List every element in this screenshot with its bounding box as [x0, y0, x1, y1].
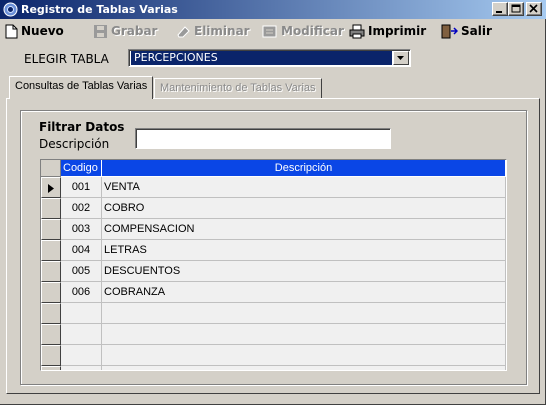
save-button[interactable]: Grabar — [93, 22, 157, 40]
print-button[interactable]: Imprimir — [349, 22, 426, 40]
row-indicator[interactable] — [41, 219, 61, 240]
exit-door-icon — [441, 24, 458, 38]
exit-button[interactable]: Salir — [441, 22, 492, 40]
floppy-disk-icon — [94, 24, 107, 38]
cell-descripcion[interactable] — [102, 303, 506, 324]
save-button-label: Grabar — [111, 24, 158, 38]
tab-mantenimiento[interactable]: Mantenimiento de Tablas Varias — [154, 78, 322, 98]
table-row[interactable]: 002 COBRO — [41, 198, 506, 219]
description-filter-input[interactable] — [135, 128, 391, 149]
tab-consultas[interactable]: Consultas de Tablas Varias — [9, 76, 154, 99]
toolbar: Nuevo Grabar Eliminar Modificar Imprimir… — [0, 20, 546, 42]
table-row[interactable]: 001 VENTA — [41, 177, 506, 198]
empty-table-row[interactable] — [41, 345, 506, 366]
empty-table-row[interactable] — [41, 303, 506, 324]
dropdown-button[interactable] — [393, 51, 409, 65]
column-header-codigo[interactable]: Codigo — [61, 160, 102, 177]
row-indicator[interactable] — [41, 177, 61, 198]
cell-codigo[interactable]: 006 — [61, 282, 102, 303]
cell-codigo[interactable]: 002 — [61, 198, 102, 219]
tab-consultas-label: Consultas de Tablas Varias — [15, 80, 148, 92]
filter-description-label: Descripción — [39, 137, 110, 151]
row-indicator[interactable] — [41, 366, 61, 370]
new-button[interactable]: Nuevo — [5, 22, 64, 40]
title-bar[interactable]: Registro de Tablas Varias — [0, 0, 546, 19]
table-selector-label: ELEGIR TABLA — [24, 52, 109, 66]
row-indicator[interactable] — [41, 345, 61, 366]
edit-form-icon — [262, 25, 277, 37]
table-row[interactable]: 006 COBRANZA — [41, 282, 506, 303]
maximize-button[interactable] — [508, 2, 524, 16]
cell-descripcion[interactable]: COMPENSACION — [102, 219, 506, 240]
cell-codigo[interactable] — [61, 303, 102, 324]
delete-button-label: Eliminar — [194, 24, 250, 38]
minimize-icon — [496, 11, 502, 13]
grid-header: Codigo Descripción — [41, 160, 506, 177]
cell-codigo[interactable]: 001 — [61, 177, 102, 198]
table-selector-value: PERCEPCIONES — [131, 51, 392, 65]
close-icon — [529, 4, 538, 13]
chevron-down-icon — [397, 56, 404, 60]
cell-descripcion[interactable]: LETRAS — [102, 240, 506, 261]
row-indicator[interactable] — [41, 198, 61, 219]
exit-button-label: Salir — [461, 24, 492, 38]
minimize-button[interactable] — [492, 2, 508, 16]
cell-descripcion[interactable]: VENTA — [102, 177, 506, 198]
window-title: Registro de Tablas Varias — [21, 3, 178, 16]
cell-codigo[interactable]: 004 — [61, 240, 102, 261]
new-button-label: Nuevo — [21, 24, 64, 38]
empty-table-row[interactable] — [41, 366, 506, 370]
app-icon — [3, 2, 18, 17]
filter-heading: Filtrar Datos — [39, 120, 125, 134]
eraser-icon — [177, 25, 190, 37]
table-row[interactable]: 005 DESCUENTOS — [41, 261, 506, 282]
cell-codigo[interactable]: 005 — [61, 261, 102, 282]
modify-button-label: Modificar — [281, 24, 344, 38]
cell-descripcion[interactable]: COBRO — [102, 198, 506, 219]
cell-descripcion[interactable] — [102, 324, 506, 345]
cell-descripcion[interactable] — [102, 345, 506, 366]
row-indicator[interactable] — [41, 282, 61, 303]
tab-mantenimiento-label: Mantenimiento de Tablas Varias — [160, 82, 316, 94]
row-indicator[interactable] — [41, 324, 61, 345]
row-indicator[interactable] — [41, 303, 61, 324]
cell-codigo[interactable]: 003 — [61, 219, 102, 240]
row-indicator[interactable] — [41, 240, 61, 261]
close-button[interactable] — [526, 2, 542, 16]
cell-descripcion[interactable]: DESCUENTOS — [102, 261, 506, 282]
delete-button[interactable]: Eliminar — [176, 22, 250, 40]
data-grid[interactable]: Codigo Descripción 001 VENTA 002 COBRO 003 CO… — [40, 159, 507, 371]
cell-codigo[interactable] — [61, 345, 102, 366]
table-row[interactable]: 004 LETRAS — [41, 240, 506, 261]
grid-corner — [41, 160, 61, 177]
current-row-arrow-icon — [48, 184, 54, 193]
maximize-icon — [511, 4, 521, 13]
printer-icon — [349, 24, 365, 38]
print-button-label: Imprimir — [368, 24, 427, 38]
row-indicator[interactable] — [41, 261, 61, 282]
main-window: Registro de Tablas Varias Nuevo Grabar E… — [0, 0, 546, 405]
new-document-icon — [5, 24, 18, 38]
cell-codigo[interactable] — [61, 366, 102, 370]
table-row[interactable]: 003 COMPENSACION — [41, 219, 506, 240]
empty-table-row[interactable] — [41, 324, 506, 345]
cell-descripcion[interactable]: COBRANZA — [102, 282, 506, 303]
cell-codigo[interactable] — [61, 324, 102, 345]
modify-button[interactable]: Modificar — [262, 22, 344, 40]
column-header-descripcion[interactable]: Descripción — [102, 160, 506, 177]
cell-descripcion[interactable] — [102, 366, 506, 370]
table-selector-dropdown[interactable]: PERCEPCIONES — [128, 49, 411, 67]
